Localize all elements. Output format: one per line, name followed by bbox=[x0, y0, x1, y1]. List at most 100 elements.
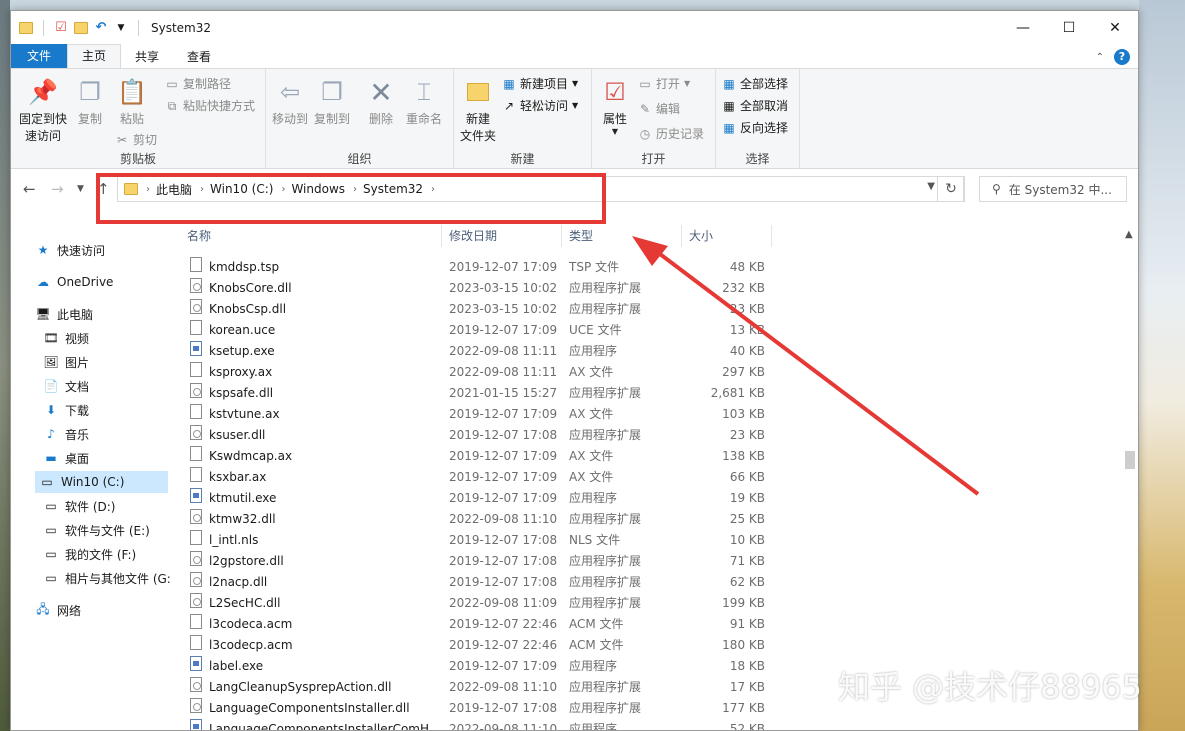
paste-shortcut-button[interactable]: ⧉ 粘贴快捷方式 bbox=[165, 97, 255, 114]
file-row[interactable]: ktmutil.exe 2019-12-07 17:09 应用程序 19 KB bbox=[181, 488, 1122, 509]
application-icon bbox=[190, 656, 202, 671]
file-row[interactable]: KnobsCsp.dll 2023-03-15 10:02 应用程序扩展 23 KB bbox=[181, 299, 1122, 320]
nav-item[interactable]: ▭ 相片与其他文件 (G: bbox=[43, 567, 171, 589]
nav-item-label: 网络 bbox=[57, 603, 82, 618]
file-row[interactable]: ksetup.exe 2022-09-08 11:11 应用程序 40 KB bbox=[181, 341, 1122, 362]
file-type: 应用程序扩展 bbox=[569, 596, 642, 610]
column-header-type[interactable]: 类型 bbox=[569, 225, 593, 247]
nav-item[interactable]: ▭ Win10 (C:) bbox=[35, 471, 168, 493]
select-none-button[interactable]: ▦ 全部取消 bbox=[722, 97, 788, 114]
nav-item[interactable]: ⬇ 下载 bbox=[43, 399, 89, 421]
scrollbar-thumb[interactable] bbox=[1125, 451, 1135, 469]
tab-file[interactable]: 文件 bbox=[11, 44, 68, 68]
forward-icon[interactable]: → bbox=[51, 169, 64, 209]
file-row[interactable]: L2SecHC.dll 2022-09-08 11:09 应用程序扩展 199 KB bbox=[181, 593, 1122, 614]
collapse-ribbon-icon[interactable]: ⌃ bbox=[1096, 52, 1104, 63]
open-button[interactable]: ▭ 打开 ▼ bbox=[638, 75, 690, 92]
column-header-date[interactable]: 修改日期 bbox=[449, 225, 497, 247]
help-icon[interactable]: ? bbox=[1114, 49, 1130, 65]
file-row[interactable]: l_intl.nls 2019-12-07 17:08 NLS 文件 10 KB bbox=[181, 530, 1122, 551]
nav-item[interactable]: 🖥 此电脑 bbox=[35, 303, 93, 325]
file-row[interactable]: LanguageComponentsInstallerComH... 2022-0… bbox=[181, 719, 1122, 730]
column-divider[interactable] bbox=[561, 225, 562, 247]
customize-dropdown-icon[interactable]: ▼ bbox=[114, 21, 128, 35]
recent-dropdown-icon[interactable]: ▼ bbox=[77, 169, 84, 209]
cut-button[interactable]: ✂ 剪切 bbox=[115, 131, 157, 148]
file-row[interactable]: ktmw32.dll 2022-09-08 11:10 应用程序扩展 25 KB bbox=[181, 509, 1122, 530]
column-divider[interactable] bbox=[441, 225, 442, 247]
tab-share[interactable]: 共享 bbox=[121, 46, 173, 68]
nav-item[interactable]: ★ 快速访问 bbox=[35, 239, 105, 261]
invert-selection-button[interactable]: ▦ 反向选择 bbox=[722, 119, 788, 136]
copy-path-button[interactable]: ▭ 复制路径 bbox=[165, 75, 231, 92]
file-name: kspsafe.dll bbox=[209, 386, 274, 400]
nav-item[interactable]: ▭ 软件 (D:) bbox=[43, 495, 115, 517]
new-item-button[interactable]: ▦ 新建项目 ▼ bbox=[502, 75, 578, 92]
file-row[interactable]: ksproxy.ax 2022-09-08 11:11 AX 文件 297 KB bbox=[181, 362, 1122, 383]
vertical-scrollbar[interactable]: ▲ bbox=[1122, 219, 1138, 730]
file-row[interactable]: ksuser.dll 2019-12-07 17:08 应用程序扩展 23 KB bbox=[181, 425, 1122, 446]
maximize-button[interactable]: ☐ bbox=[1046, 11, 1092, 45]
new-folder-button[interactable]: 新建 文件夹 bbox=[458, 77, 498, 144]
file-row[interactable]: Kswdmcap.ax 2019-12-07 17:09 AX 文件 138 KB bbox=[181, 446, 1122, 467]
new-folder-icon[interactable] bbox=[74, 22, 88, 34]
nav-item-label: 快速访问 bbox=[57, 243, 106, 258]
back-icon[interactable]: ← bbox=[23, 169, 36, 209]
file-size: 23 KB bbox=[729, 302, 765, 316]
column-header-name[interactable]: 名称 bbox=[187, 225, 211, 247]
column-divider[interactable] bbox=[771, 225, 772, 247]
undo-icon[interactable]: ↶ bbox=[94, 21, 108, 35]
nav-item[interactable]: ☁ OneDrive bbox=[35, 271, 113, 293]
properties-button[interactable]: ☑ 属性 ▼ bbox=[598, 77, 632, 136]
pin-quick-access-button[interactable]: 📌 固定到快 速访问 bbox=[17, 77, 69, 144]
drive-icon: ▭ bbox=[45, 499, 57, 513]
nav-item[interactable]: 📄 文档 bbox=[43, 375, 90, 397]
column-divider[interactable] bbox=[681, 225, 682, 247]
paste-button[interactable]: 📋 粘贴 bbox=[115, 77, 149, 127]
file-row[interactable]: korean.uce 2019-12-07 17:09 UCE 文件 13 KB bbox=[181, 320, 1122, 341]
nav-item[interactable]: ▬ 桌面 bbox=[43, 447, 89, 469]
history-button[interactable]: ◷ 历史记录 bbox=[638, 125, 704, 142]
easy-access-button[interactable]: ↗ 轻松访问 ▼ bbox=[502, 97, 578, 114]
open-dropdown-icon: ▼ bbox=[684, 79, 691, 88]
nav-item[interactable]: 🖧 网络 bbox=[35, 599, 81, 621]
edit-button[interactable]: ✎ 编辑 bbox=[638, 100, 680, 117]
nav-item[interactable]: 🎞 视频 bbox=[43, 327, 89, 349]
close-button[interactable]: ✕ bbox=[1092, 11, 1138, 45]
tab-home[interactable]: 主页 bbox=[67, 44, 122, 68]
file-row[interactable]: kspsafe.dll 2021-01-15 15:27 应用程序扩展 2,681 K… bbox=[181, 383, 1122, 404]
move-to-button[interactable]: ⇦ 移动到 bbox=[270, 77, 310, 127]
file-row[interactable]: l2nacp.dll 2019-12-07 17:08 应用程序扩展 62 KB bbox=[181, 572, 1122, 593]
scroll-up-icon[interactable]: ▲ bbox=[1125, 229, 1133, 240]
clipboard-group-label: 剪贴板 bbox=[119, 152, 156, 166]
file-row[interactable]: ksxbar.ax 2019-12-07 17:09 AX 文件 66 KB bbox=[181, 467, 1122, 488]
file-row[interactable]: l2gpstore.dll 2019-12-07 17:08 应用程序扩展 71 KB bbox=[181, 551, 1122, 572]
refresh-button[interactable]: ↻ bbox=[937, 176, 965, 202]
column-header-size[interactable]: 大小 bbox=[689, 225, 713, 247]
file-row[interactable]: KnobsCore.dll 2023-03-15 10:02 应用程序扩展 232 K… bbox=[181, 278, 1122, 299]
application-icon bbox=[190, 488, 202, 503]
file-row[interactable]: l3codecp.acm 2019-12-07 22:46 ACM 文件 180 KB bbox=[181, 635, 1122, 656]
nav-item[interactable]: ♪ 音乐 bbox=[43, 423, 89, 445]
file-icon bbox=[190, 530, 202, 545]
tab-view[interactable]: 查看 bbox=[173, 46, 225, 68]
nav-item[interactable]: ▭ 软件与文件 (E:) bbox=[43, 519, 149, 541]
nav-item[interactable]: 🖼 图片 bbox=[43, 351, 89, 373]
address-dropdown-icon[interactable]: ▼ bbox=[927, 181, 935, 192]
copy-button[interactable]: ❐ 复制 bbox=[73, 77, 107, 127]
select-all-button[interactable]: ▦ 全部选择 bbox=[722, 75, 788, 92]
properties-check-icon[interactable]: ☑ bbox=[54, 21, 68, 35]
copy-to-button[interactable]: ❐ 复制到 bbox=[312, 77, 352, 127]
delete-button[interactable]: ✕ 删除 bbox=[364, 76, 398, 127]
paste-shortcut-icon: ⧉ bbox=[167, 98, 177, 113]
file-row[interactable]: l3codeca.acm 2019-12-07 22:46 ACM 文件 91 KB bbox=[181, 614, 1122, 635]
rename-button[interactable]: ⌶ 重命名 bbox=[402, 77, 446, 127]
file-row[interactable]: kmddsp.tsp 2019-12-07 17:09 TSP 文件 48 KB bbox=[181, 257, 1122, 278]
nav-item[interactable]: ▭ 我的文件 (F:) bbox=[43, 543, 136, 565]
easy-access-label: 轻松访问 bbox=[520, 99, 569, 113]
file-type: AX 文件 bbox=[569, 449, 614, 463]
file-row[interactable]: kstvtune.ax 2019-12-07 17:09 AX 文件 103 KB bbox=[181, 404, 1122, 425]
minimize-button[interactable]: — bbox=[1000, 11, 1046, 45]
search-icon: ⚲ bbox=[992, 182, 1001, 196]
search-box[interactable]: ⚲ 在 System32 中... bbox=[979, 176, 1127, 202]
